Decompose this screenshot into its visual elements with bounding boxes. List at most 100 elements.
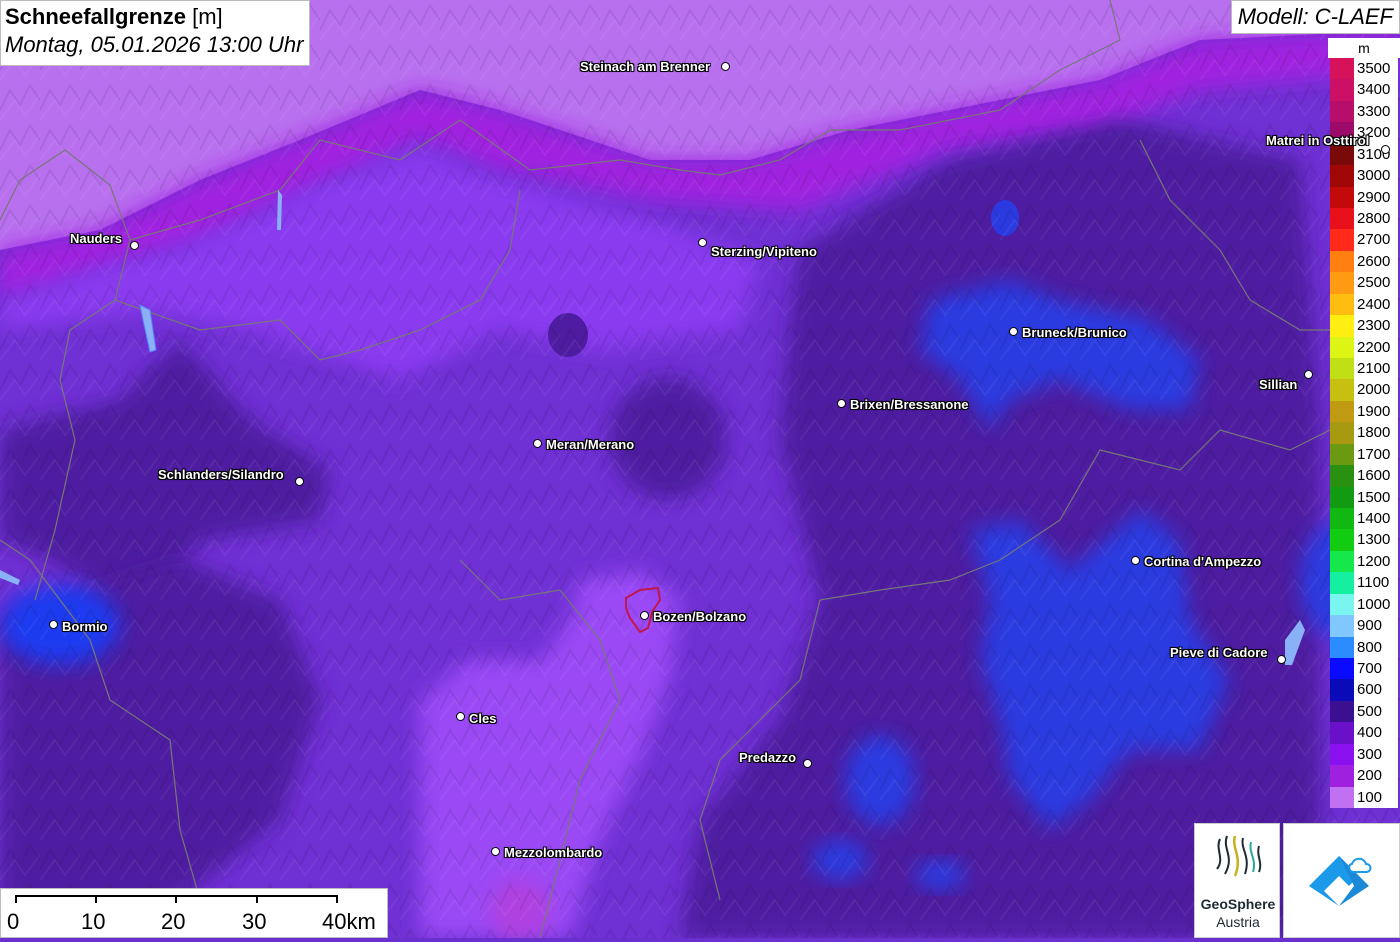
legend-label: 3000 (1354, 165, 1398, 187)
legend-label: 2100 (1354, 358, 1398, 380)
city-label: Brixen/Bressanone (850, 397, 969, 412)
legend-label: 2900 (1354, 186, 1398, 209)
city-marker-icon (491, 847, 500, 856)
legend-swatch (1330, 658, 1354, 680)
legend-row: 200 (1328, 765, 1400, 787)
city-marker-icon (456, 712, 465, 721)
legend-row: 2400 (1328, 293, 1400, 316)
legend-label: 2200 (1354, 336, 1398, 359)
geosphere-logo[interactable]: GeoSphere Austria (1194, 823, 1280, 938)
city-label: Cortina d'Ampezzo (1144, 554, 1262, 569)
legend-label: 600 (1354, 679, 1398, 701)
model-label: Modell: C-LAEF (1230, 0, 1400, 34)
title-main: Schneefallgrenze (5, 4, 186, 29)
city-label: Steinach am Brenner (580, 59, 711, 74)
city-label: Mezzolombardo (504, 845, 603, 860)
legend-label: 1700 (1354, 443, 1398, 466)
legend-row: 700 (1328, 658, 1400, 680)
legend-swatch (1330, 250, 1354, 273)
legend-label: 1400 (1354, 508, 1398, 530)
city-label: Bormio (62, 619, 108, 634)
legend-swatch (1330, 572, 1354, 594)
legend-swatch (1330, 165, 1354, 187)
legend-swatch (1330, 229, 1354, 251)
city-label: Schlanders/Silandro (158, 467, 284, 482)
legend-label: 1200 (1354, 550, 1398, 573)
legend-label: 100 (1354, 786, 1398, 809)
legend-row: 3400 (1328, 79, 1400, 101)
scale-label: 10 (81, 909, 106, 934)
legend-label: 2500 (1354, 272, 1398, 294)
scale-label: 30 (242, 909, 267, 934)
legend-swatch (1330, 508, 1354, 530)
legend-swatch (1330, 208, 1354, 230)
legend-label: 900 (1354, 615, 1398, 637)
scale-tick (256, 895, 258, 903)
scale-tick (15, 895, 17, 903)
legend-label: 800 (1354, 636, 1398, 659)
legend-row: 2600 (1328, 250, 1400, 273)
legend-swatch (1330, 615, 1354, 637)
city-label: Matrei in Osttirol (1266, 133, 1370, 148)
legend-label: 2700 (1354, 229, 1398, 251)
legend-row: 400 (1328, 722, 1400, 744)
city-marker-icon (837, 399, 846, 408)
legend-swatch (1330, 379, 1354, 401)
legend-row: 2300 (1328, 315, 1400, 337)
legend-row: 3500 (1328, 58, 1400, 80)
legend-swatch (1330, 743, 1354, 766)
legend-label: 500 (1354, 700, 1398, 723)
scale-tick (95, 895, 97, 903)
legend-unit: m (1328, 38, 1400, 58)
legend-swatch (1330, 293, 1354, 316)
legend-row: 2700 (1328, 229, 1400, 251)
scale-label: 20 (161, 909, 186, 934)
city-marker-icon (1277, 655, 1286, 664)
legend-row: 1200 (1328, 550, 1400, 573)
partner-logo[interactable] (1283, 823, 1400, 938)
city-label: Sillian (1259, 377, 1298, 392)
legend-row: 300 (1328, 743, 1400, 766)
legend-row: 2000 (1328, 379, 1400, 401)
scale-label: 0 (7, 909, 20, 934)
city-label: Meran/Merano (546, 437, 635, 452)
legend-row: 2200 (1328, 336, 1400, 359)
city-label: Bruneck/Brunico (1022, 325, 1127, 340)
scale-bar: 0 10 20 30 40km (0, 888, 388, 938)
legend-swatch (1330, 486, 1354, 509)
legend-row: 1800 (1328, 422, 1400, 444)
city-marker-icon (1131, 556, 1140, 565)
title-datetime: Montag, 05.01.2026 13:00 Uhr (5, 32, 304, 57)
legend-label: 1900 (1354, 400, 1398, 423)
legend-label: 1300 (1354, 529, 1398, 551)
city-label: Nauders (70, 231, 123, 246)
map-title: Schneefallgrenze [m] Montag, 05.01.2026 … (0, 0, 311, 66)
legend-swatch (1330, 358, 1354, 380)
city-marker-icon (49, 620, 58, 629)
legend-swatch (1330, 186, 1354, 209)
color-legend: m 3500 3400 3300 3200 3100 3000 2900 2800 2700 26… (1328, 38, 1400, 809)
legend-row: 900 (1328, 615, 1400, 637)
legend-label: 3400 (1354, 79, 1398, 101)
legend-row: 3000 (1328, 165, 1400, 187)
arrow-logo-icon (1309, 856, 1372, 906)
legend-swatch (1330, 336, 1354, 359)
legend-row: 1100 (1328, 572, 1400, 594)
legend-label: 3300 (1354, 100, 1398, 123)
legend-label: 1800 (1354, 422, 1398, 444)
scale-tick (336, 895, 338, 903)
legend-label: 400 (1354, 722, 1398, 744)
legend-swatch (1330, 465, 1354, 487)
legend-row: 1400 (1328, 508, 1400, 530)
city-marker-icon (803, 759, 812, 768)
legend-swatch (1330, 58, 1354, 80)
legend-row: 1600 (1328, 465, 1400, 487)
legend-row: 1000 (1328, 593, 1400, 616)
city-marker-icon (533, 439, 542, 448)
legend-row: 800 (1328, 636, 1400, 659)
city-marker-icon (721, 62, 730, 71)
legend-label: 2000 (1354, 379, 1398, 401)
legend-label: 2800 (1354, 208, 1398, 230)
legend-row: 2800 (1328, 208, 1400, 230)
legend-swatch (1330, 272, 1354, 294)
